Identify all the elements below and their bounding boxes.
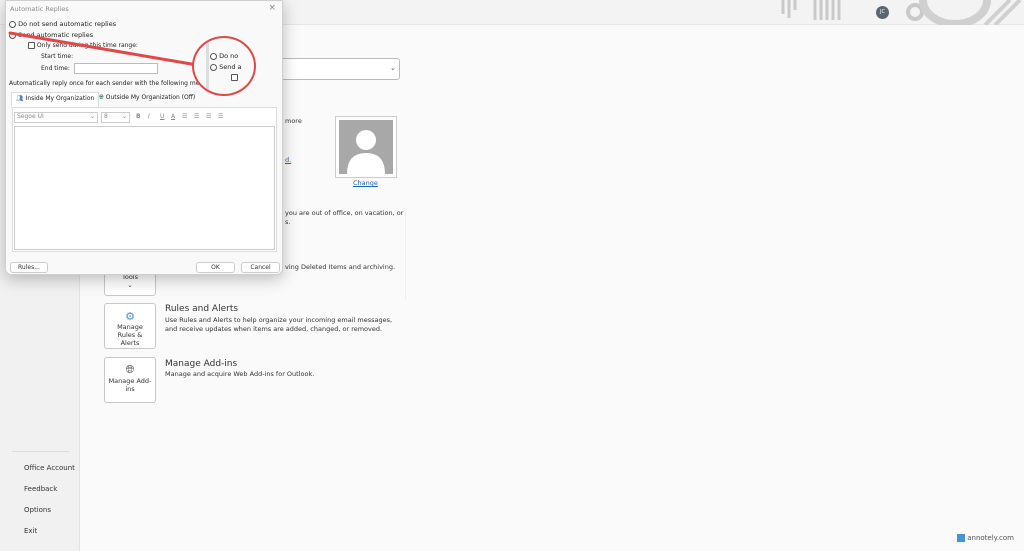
magnified-checkbox bbox=[231, 73, 238, 81]
message-body-textarea[interactable] bbox=[14, 126, 275, 250]
radio-icon bbox=[210, 52, 217, 60]
chevron-down-icon: ⌄ bbox=[89, 113, 95, 120]
profile-photo bbox=[335, 116, 397, 178]
radio-icon bbox=[210, 63, 217, 71]
font-select[interactable]: Segoe UI ⌄ bbox=[14, 112, 98, 123]
chevron-down-icon: ⌄ bbox=[121, 113, 127, 120]
font-color-icon[interactable]: A bbox=[171, 113, 175, 120]
cancel-button[interactable]: Cancel bbox=[241, 262, 280, 273]
watermark-text: annotely.com bbox=[967, 534, 1014, 542]
user-avatar[interactable]: JC bbox=[876, 6, 889, 19]
rules-desc: Use Rules and Alerts to help organize yo… bbox=[165, 316, 393, 333]
sidebar-item-exit[interactable]: Exit bbox=[24, 527, 37, 535]
manage-addins-button[interactable]: 🌐︎ Manage Add-ins bbox=[104, 357, 156, 403]
sidebar-item-office-account[interactable]: Office Account bbox=[24, 464, 75, 472]
font-value: Segoe UI bbox=[17, 113, 44, 120]
annotation-arrow-line bbox=[8, 31, 205, 68]
decrease-indent-icon[interactable]: ☰ bbox=[206, 113, 211, 120]
partial-text: s. bbox=[285, 218, 291, 226]
partial-text: ving Deleted Items and archiving. bbox=[285, 263, 396, 271]
divider bbox=[206, 38, 209, 94]
italic-icon[interactable]: I bbox=[148, 113, 150, 120]
font-size-select[interactable]: 8 ⌄ bbox=[101, 112, 130, 123]
watermark: annotely.com bbox=[957, 534, 1014, 542]
person-icon bbox=[339, 120, 393, 174]
magnified-option-send: Send a bbox=[210, 63, 242, 71]
size-value: 8 bbox=[104, 113, 108, 120]
increase-indent-icon[interactable]: ☰ bbox=[218, 113, 223, 120]
annotely-logo-icon bbox=[957, 534, 965, 542]
checkbox-icon bbox=[231, 73, 238, 81]
manage-rules-button[interactable]: ⚙ Manage Rules & Alerts bbox=[104, 303, 156, 349]
partial-text: more bbox=[285, 117, 302, 125]
rules-gear-bell-icon: ⚙ bbox=[125, 310, 135, 323]
divider bbox=[405, 210, 406, 300]
partial-text: you are out of office, on vacation, or bbox=[285, 209, 404, 217]
manage-rules-label: Manage Rules & Alerts bbox=[117, 323, 143, 347]
chevron-down-icon: ⌄ bbox=[390, 64, 396, 72]
sidebar-item-feedback[interactable]: Feedback bbox=[24, 485, 57, 493]
option-label: Send a bbox=[219, 63, 242, 71]
addins-title: Manage Add-ins bbox=[165, 359, 238, 369]
magnified-option-no: Do no bbox=[210, 52, 238, 60]
option-label: Do no bbox=[219, 52, 239, 60]
sidebar-divider bbox=[12, 451, 70, 452]
bold-icon[interactable]: B bbox=[136, 113, 141, 120]
chevron-down-icon: ⌄ bbox=[127, 281, 133, 289]
bullets-icon[interactable]: ☰ bbox=[182, 113, 187, 120]
annotation-magnifier: Do no Send a bbox=[192, 36, 256, 96]
underline-icon[interactable]: U bbox=[160, 113, 164, 120]
decorative-banner-art bbox=[781, 0, 1022, 25]
manage-addins-label: Manage Add-ins bbox=[108, 377, 152, 393]
rules-button[interactable]: Rules... bbox=[10, 262, 48, 273]
addins-desc: Manage and acquire Web Add-ins for Outlo… bbox=[165, 370, 315, 378]
globe-icon: 🌐︎ bbox=[125, 363, 135, 376]
partial-link[interactable]: d. bbox=[285, 156, 291, 164]
change-photo-link[interactable]: Change bbox=[353, 179, 378, 187]
rules-title: Rules and Alerts bbox=[165, 304, 239, 314]
sidebar-item-options[interactable]: Options bbox=[24, 506, 51, 514]
numbering-icon[interactable]: ☰ bbox=[194, 113, 199, 120]
ok-button[interactable]: OK bbox=[196, 262, 235, 273]
